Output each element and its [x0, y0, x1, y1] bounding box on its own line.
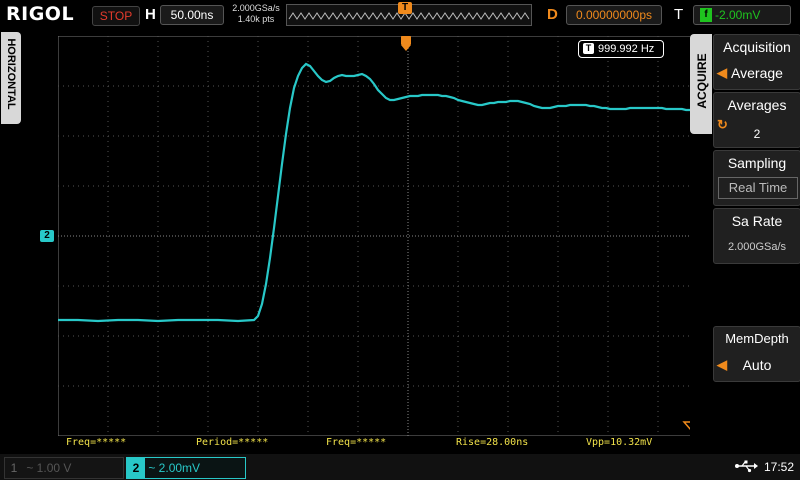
ch2-status[interactable]: 2 ~ 2.00mV: [126, 457, 246, 479]
measurement-item[interactable]: Rise=28.00ns: [456, 437, 528, 448]
acquisition-mode-button[interactable]: Acquisition ◀ Average: [713, 34, 800, 90]
trigger-source-icon: T: [583, 43, 594, 54]
top-status-bar: RIGOL STOP H 50.00ns 2.000GSa/s 1.40k pt…: [0, 0, 800, 30]
ch2-scale: ~ 2.00mV: [148, 461, 201, 475]
delay-label: D: [547, 6, 558, 23]
acquire-menu-title: ACQUIRE: [695, 53, 709, 109]
trigger-label: T: [674, 6, 684, 23]
frequency-value: 999.992 Hz: [598, 43, 655, 55]
waveform-display[interactable]: [58, 36, 708, 436]
rising-edge-icon: f: [700, 8, 712, 22]
ch1-status[interactable]: 1 ~ 1.00 V: [4, 457, 124, 479]
acquire-menu-tab[interactable]: ACQUIRE: [690, 34, 712, 134]
horizontal-tab-label: HORIZONTAL: [5, 38, 17, 110]
acquisition-label: Acquisition: [723, 39, 791, 55]
timebase-readout[interactable]: 50.00ns: [160, 5, 224, 25]
horizontal-tab[interactable]: HORIZONTAL: [1, 32, 21, 124]
waveform-grid: [58, 36, 708, 436]
measurement-item[interactable]: Vpp=10.32mV: [586, 437, 652, 448]
sample-rate-text: 2.000GSa/s: [232, 3, 280, 13]
ch2-number: 2: [127, 458, 145, 478]
measurement-item[interactable]: Period=*****: [196, 437, 268, 448]
ch2-trace: [58, 62, 708, 323]
acquisition-value: Average: [731, 65, 783, 81]
delay-readout[interactable]: 0.00000000ps: [566, 5, 662, 25]
memdepth-button[interactable]: MemDepth ◀ Auto: [713, 326, 800, 382]
averages-label: Averages: [727, 97, 787, 113]
brand-logo: RIGOL: [6, 3, 75, 25]
memdepth-value: Auto: [742, 357, 772, 373]
measurement-bar: Freq=***** Period=***** Freq=***** Rise=…: [58, 437, 708, 451]
sample-info: 2.000GSa/s 1.40k pts: [226, 3, 286, 25]
ch2-offset-marker[interactable]: 2: [40, 230, 54, 242]
usb-icon: [735, 460, 758, 473]
trigger-level-value: -2.00mV: [715, 8, 761, 22]
measurement-item[interactable]: Freq=*****: [66, 437, 126, 448]
clock: 17:52: [764, 460, 795, 474]
ch1-number: 1: [10, 461, 18, 475]
averages-button[interactable]: Averages ↻ 2: [713, 92, 800, 148]
sa-rate-button[interactable]: Sa Rate 2.000GSa/s: [713, 208, 800, 264]
horizontal-label: H: [145, 6, 156, 23]
sampling-button[interactable]: Sampling Real Time: [713, 150, 800, 206]
run-stop-status[interactable]: STOP: [92, 6, 140, 26]
trigger-point-arrow-icon: [400, 36, 412, 52]
trigger-position-marker: T: [398, 2, 412, 14]
sa-rate-value: 2.000GSa/s: [727, 241, 787, 253]
trigger-level-readout[interactable]: f -2.00mV: [693, 5, 791, 25]
ch1-scale: ~ 1.00 V: [26, 461, 72, 475]
measurement-item[interactable]: Freq=*****: [326, 437, 386, 448]
left-side-panel: HORIZONTAL: [0, 30, 22, 450]
sampling-label: Sampling: [727, 155, 787, 171]
points-text: 1.40k pts: [237, 14, 275, 24]
acquire-menu: ACQUIRE Acquisition ◀ Average Averages ↻…: [690, 30, 800, 450]
memdepth-label: MemDepth: [725, 331, 789, 346]
averages-value: 2: [753, 127, 761, 141]
sampling-value: Real Time: [718, 177, 798, 199]
channel-status-bar: 1 ~ 1.00 V 2 ~ 2.00mV 17:52: [0, 454, 800, 480]
frequency-counter: T 999.992 Hz: [578, 40, 664, 58]
sa-rate-label: Sa Rate: [731, 213, 783, 229]
